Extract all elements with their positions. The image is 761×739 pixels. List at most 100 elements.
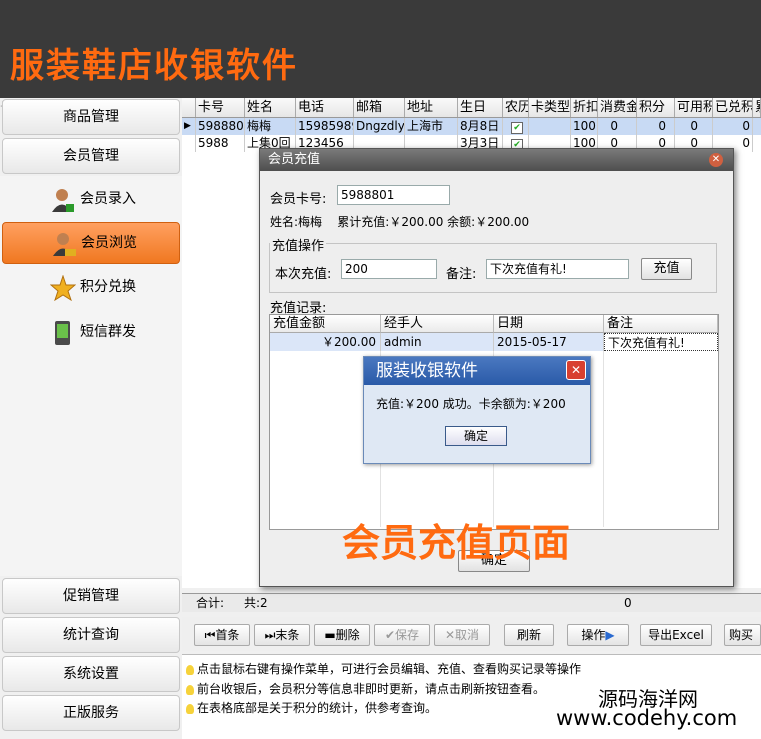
x-icon: ✕: [444, 628, 456, 642]
col-redeemed-points[interactable]: 已兑积: [713, 98, 753, 117]
col-discount[interactable]: 折扣: [571, 98, 598, 117]
col-spend[interactable]: 消费金: [598, 98, 637, 117]
hint-text: 前台收银后，会员积分等信息非即时更新，请点击刷新按钮查看。: [197, 682, 546, 696]
message-title: 服装收银软件: [376, 361, 478, 381]
col-phone[interactable]: 电话: [296, 98, 354, 117]
cancel-button[interactable]: ✕取消: [434, 624, 490, 646]
card-number-field[interactable]: 5988801: [337, 185, 450, 205]
col-usable-points[interactable]: 可用积: [675, 98, 713, 117]
table-header: 卡号 姓名 电话 邮箱 地址 生日 农历 卡类型 折扣 消费金 积分 可用积 已…: [182, 98, 761, 118]
cell: 8月8日: [458, 118, 503, 135]
close-icon[interactable]: ✕: [566, 360, 586, 380]
sidebar-item-member-add[interactable]: 会员录入: [0, 179, 182, 219]
dialog-title: 会员充值: [268, 152, 321, 167]
minus-icon: ▬: [324, 628, 336, 642]
cell: 100: [571, 118, 598, 135]
row-indicator-header: [182, 98, 196, 117]
checkbox[interactable]: ✔: [511, 122, 523, 134]
first-label: 首条: [215, 628, 240, 642]
row-pointer-icon: ▶: [182, 118, 196, 135]
hint-text: 在表格底部是关于积分的统计，供参考查询。: [197, 701, 438, 715]
sidebar-item-settings[interactable]: 系统设置: [2, 656, 180, 692]
cell: 梅梅: [245, 118, 296, 135]
cell: 上海市: [405, 118, 458, 135]
recharge-button[interactable]: 充值: [641, 258, 692, 280]
note-input[interactable]: 下次充值有礼!: [486, 259, 629, 279]
member-add-icon: [50, 187, 76, 213]
col-name[interactable]: 姓名: [245, 98, 296, 117]
message-box: 服装收银软件 ✕ 充值:￥200 成功。卡余额为:￥200 确定: [363, 356, 591, 464]
operate-label: 操作: [581, 628, 606, 642]
save-label: 保存: [395, 628, 420, 642]
col-date[interactable]: 日期: [494, 315, 604, 333]
hint-line: 点击鼠标右键有操作菜单，可进行会员编辑、充值、查看购买记录等操作: [186, 660, 581, 677]
table-row[interactable]: ▶ 59888011 梅梅 15985989 Dngzdly 上海市 8月8日 …: [182, 118, 761, 135]
watermark-url: www.codehy.com: [556, 706, 738, 730]
play-icon: ▶: [605, 628, 615, 642]
sidebar-item-license[interactable]: 正版服务: [2, 695, 180, 731]
cell-lunar-checkbox[interactable]: ✔: [503, 118, 529, 135]
amount-input[interactable]: 200: [341, 259, 437, 279]
sidebar-item-sms[interactable]: 短信群发: [0, 312, 182, 352]
col-total[interactable]: 累计: [753, 98, 761, 117]
cell: 15985989: [298, 118, 354, 135]
first-record-button[interactable]: ⏮首条: [194, 624, 250, 646]
col-lunar[interactable]: 农历: [503, 98, 529, 117]
first-icon: ⏮: [204, 628, 216, 642]
hint-line: 前台收银后，会员积分等信息非即时更新，请点击刷新按钮查看。: [186, 680, 545, 697]
check-icon: ✔: [384, 628, 396, 642]
close-icon[interactable]: ✕: [709, 153, 723, 167]
cancel-label: 取消: [455, 628, 480, 642]
col-amount[interactable]: 充值金额: [270, 315, 381, 333]
col-birthday[interactable]: 生日: [458, 98, 503, 117]
amount-label: 本次充值:: [275, 267, 332, 282]
col-points[interactable]: 积分: [637, 98, 675, 117]
delete-label: 删除: [335, 628, 360, 642]
footer-sum: 0: [624, 596, 632, 610]
cell: 0: [637, 118, 675, 135]
cell: [529, 118, 571, 135]
message-ok-button[interactable]: 确定: [445, 426, 507, 446]
member-info: 姓名:梅梅 累计充值:￥200.00 余额:￥200.00: [270, 215, 530, 229]
col-note[interactable]: 备注: [604, 315, 718, 333]
message-titlebar: 服装收银软件: [364, 357, 590, 385]
save-button[interactable]: ✔保存: [374, 624, 430, 646]
record-cell: 下次充值有礼!: [604, 333, 718, 351]
sidebar-item-member-browse[interactable]: 会员浏览: [2, 222, 180, 264]
delete-button[interactable]: ▬删除: [314, 624, 370, 646]
last-icon: ⏭: [264, 628, 276, 642]
sidebar-item-points[interactable]: 积分兑换: [0, 267, 182, 307]
cell: 59888011: [198, 118, 245, 135]
sidebar-item-members[interactable]: 会员管理: [2, 138, 180, 174]
lightbulb-icon: [186, 664, 194, 675]
group-title: 充值操作: [270, 235, 327, 254]
sidebar-item-products[interactable]: 商品管理: [2, 99, 180, 135]
cell: 0: [598, 118, 637, 135]
cell: 0: [713, 118, 753, 135]
sidebar-item-statistics[interactable]: 统计查询: [2, 617, 180, 653]
sidebar-item-promotions[interactable]: 促销管理: [2, 578, 180, 614]
hint-line: 在表格底部是关于积分的统计，供参考查询。: [186, 699, 437, 716]
last-record-button[interactable]: ⏭末条: [254, 624, 310, 646]
sidebar-item-label: 短信群发: [80, 324, 136, 340]
refresh-button[interactable]: 刷新: [504, 624, 554, 646]
col-card-no[interactable]: 卡号: [196, 98, 245, 117]
purchase-button[interactable]: 购买: [724, 624, 761, 646]
record-cell: ￥200.00: [270, 333, 381, 351]
col-operator[interactable]: 经手人: [381, 315, 494, 333]
member-vip-icon: [51, 231, 77, 257]
dialog-titlebar: 会员充值: [260, 149, 733, 171]
export-excel-button[interactable]: 导出Excel: [640, 624, 712, 646]
page-caption: 会员充值页面: [342, 521, 571, 565]
col-card-type[interactable]: 卡类型: [529, 98, 571, 117]
sidebar-item-label: 会员录入: [80, 191, 136, 207]
footer-total-label: 合计:: [196, 596, 225, 610]
cell: 5988: [196, 135, 245, 152]
sidebar-item-label: 会员浏览: [81, 235, 137, 251]
lightbulb-icon: [186, 684, 194, 695]
operate-button[interactable]: 操作▶: [567, 624, 629, 646]
col-address[interactable]: 地址: [405, 98, 458, 117]
message-text: 充值:￥200 成功。卡余额为:￥200: [376, 397, 566, 411]
col-email[interactable]: 邮箱: [354, 98, 405, 117]
star-icon: [49, 274, 77, 302]
